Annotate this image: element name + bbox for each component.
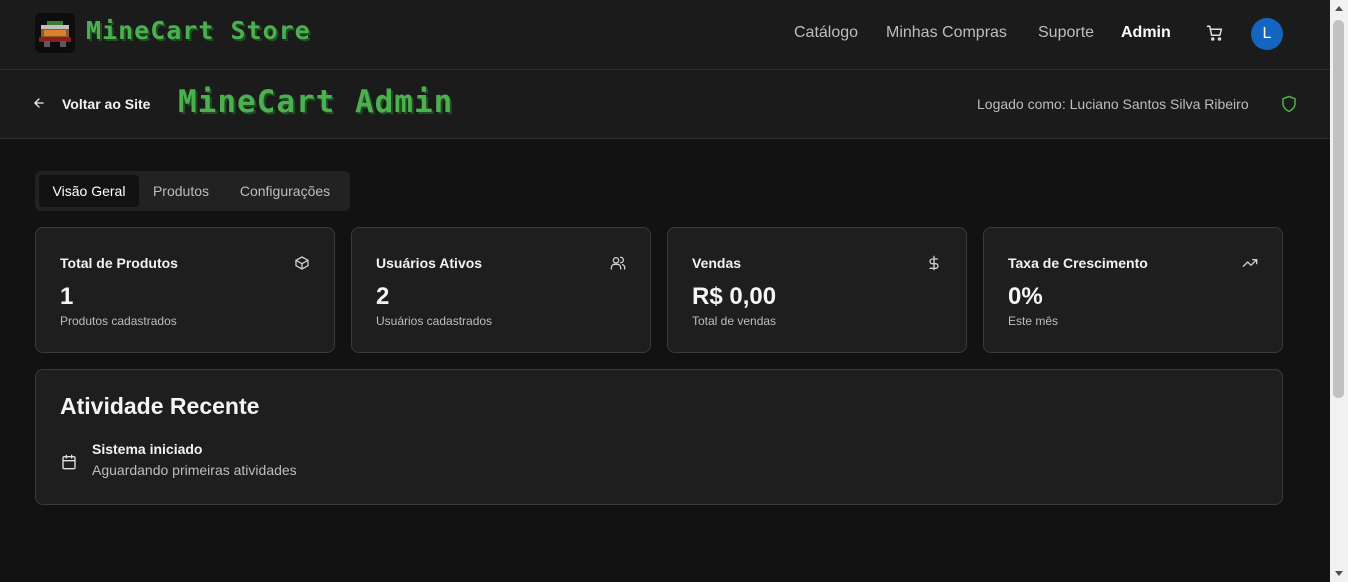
shield-icon xyxy=(1280,95,1298,113)
admin-header: Voltar ao Site MineCart Admin Logado com… xyxy=(0,70,1330,139)
nav-link-admin[interactable]: Admin xyxy=(1121,24,1171,42)
activity-item-description: Aguardando primeiras atividades xyxy=(92,462,297,478)
nav-link-minhas-compras[interactable]: Minhas Compras xyxy=(886,24,1007,42)
stat-card-value: 2 xyxy=(376,283,390,310)
scroll-down-arrow-icon[interactable] xyxy=(1335,571,1343,576)
scrollbar-thumb[interactable] xyxy=(1333,20,1344,398)
stat-card-value: R$ 0,00 xyxy=(692,283,777,310)
scroll-up-arrow-icon[interactable] xyxy=(1335,6,1343,11)
store-logo[interactable] xyxy=(35,13,75,53)
tab-visao-geral[interactable]: Visão Geral xyxy=(39,175,139,207)
stat-card-subtitle: Total de vendas xyxy=(692,314,777,328)
stat-card-value: 1 xyxy=(60,283,74,310)
package-icon xyxy=(294,255,310,271)
trending-up-icon xyxy=(1242,255,1258,271)
users-icon xyxy=(610,255,626,271)
tab-configuracoes[interactable]: Configurações xyxy=(227,175,343,207)
back-to-site-label: Voltar ao Site xyxy=(62,96,151,112)
page: MineCart Store Catálogo Minhas Compras S… xyxy=(0,0,1330,582)
arrow-left-icon xyxy=(34,98,44,108)
stat-card-vendas: Vendas R$ 0,00 Total de vendas xyxy=(667,227,967,353)
logged-in-text: Logado como: Luciano Santos Silva Ribeir… xyxy=(977,96,1249,112)
stat-card-taxa-crescimento: Taxa de Crescimento 0% Este mês xyxy=(983,227,1283,353)
vertical-scrollbar[interactable] xyxy=(1330,0,1348,582)
shopping-cart-icon[interactable] xyxy=(1206,24,1224,42)
recent-activity-panel: Atividade Recente Sistema iniciado Aguar… xyxy=(35,369,1283,505)
stat-card-usuarios-ativos: Usuários Ativos 2 Usuários cadastrados xyxy=(351,227,651,353)
nav-link-catalogo[interactable]: Catálogo xyxy=(794,24,858,42)
dollar-icon xyxy=(926,255,942,271)
stat-card-title: Usuários Ativos xyxy=(376,255,483,271)
stat-card-subtitle: Este mês xyxy=(1008,314,1059,328)
stat-card-value: 0% xyxy=(1008,283,1043,310)
brand-name[interactable]: MineCart Store xyxy=(86,16,311,45)
user-avatar[interactable]: L xyxy=(1251,18,1283,50)
recent-activity-title: Atividade Recente xyxy=(60,393,260,419)
tab-produtos[interactable]: Produtos xyxy=(141,175,221,207)
stat-card-subtitle: Produtos cadastrados xyxy=(60,314,177,328)
top-navbar: MineCart Store Catálogo Minhas Compras S… xyxy=(0,0,1330,70)
nav-link-suporte[interactable]: Suporte xyxy=(1038,24,1094,42)
activity-item-title: Sistema iniciado xyxy=(92,441,203,457)
stat-card-total-produtos: Total de Produtos 1 Produtos cadastrados xyxy=(35,227,335,353)
stat-card-title: Vendas xyxy=(692,255,742,271)
stat-card-title: Taxa de Crescimento xyxy=(1008,255,1148,271)
stat-card-title: Total de Produtos xyxy=(60,255,178,271)
admin-title: MineCart Admin xyxy=(178,84,454,120)
stat-card-subtitle: Usuários cadastrados xyxy=(376,314,493,328)
calendar-icon xyxy=(61,454,77,470)
admin-tabs: Visão Geral Produtos Configurações xyxy=(35,171,350,211)
